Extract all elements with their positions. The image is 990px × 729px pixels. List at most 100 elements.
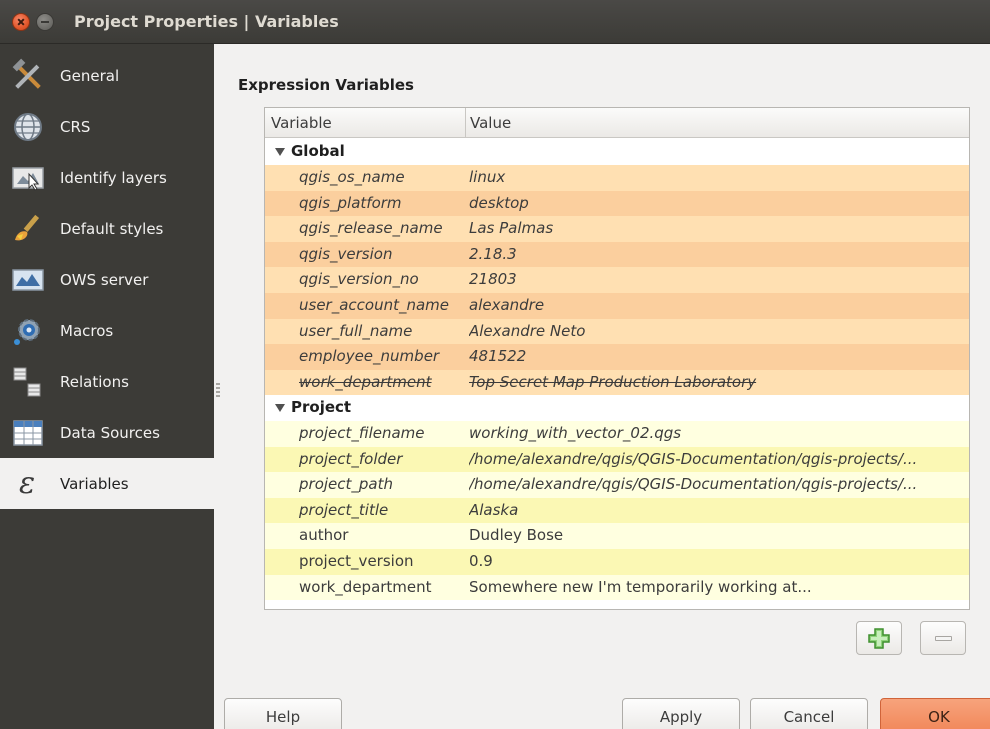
wrench-hammer-icon [8,56,48,96]
sidebar-item-label: General [60,66,120,85]
table-row[interactable]: project_path /home/alexandre/qgis/QGIS-D… [265,472,969,498]
sidebar-item-default-styles[interactable]: Default styles [0,203,214,254]
group-row-project[interactable]: Project [265,395,969,421]
sidebar-item-relations[interactable]: Relations [0,356,214,407]
close-window-button[interactable] [12,13,30,31]
variable-name: project_folder [299,449,403,468]
table-row-overridden[interactable]: work_department Top Secret Map Productio… [265,369,969,396]
paintbrush-icon [8,209,48,249]
variable-value: alexandre [469,296,545,314]
table-row[interactable]: user_full_name Alexandre Neto [265,318,969,345]
column-header-variable[interactable]: Variable [271,114,332,132]
apply-button[interactable]: Apply [622,698,740,729]
sidebar-item-label: Data Sources [60,423,160,442]
variable-value: 2.18.3 [469,244,517,263]
sidebar-item-crs[interactable]: CRS [0,101,214,152]
sidebar-item-label: Variables [60,474,129,493]
group-row-global[interactable]: Global [265,139,969,165]
table-row[interactable]: work_department Somewhere new I'm tempor… [265,574,969,601]
sidebar-item-ows-server[interactable]: OWS server [0,254,214,305]
tree-header: Variable Value [265,108,969,138]
sidebar-item-label: CRS [60,117,91,136]
sidebar-item-label: Default styles [60,219,164,238]
variable-value: /home/alexandre/qgis/QGIS-Documentation/… [469,449,918,468]
variable-name: qgis_platform [299,193,402,212]
variable-name: employee_number [299,347,440,366]
variable-name: qgis_version_no [299,270,419,289]
column-divider[interactable] [465,108,466,138]
variable-value: Top Secret Map Production Laboratory [469,372,757,391]
variable-name: project_filename [299,424,425,442]
table-row[interactable]: project_title Alaska [265,497,969,524]
variable-name: user_full_name [299,321,413,340]
sidebar-item-identify-layers[interactable]: Identify layers [0,152,214,203]
variable-name: author [299,526,349,545]
variable-value: desktop [469,193,529,212]
epsilon-icon: ε [8,464,48,504]
table-row[interactable]: project_filename working_with_vector_02.… [265,421,969,447]
table-row[interactable]: project_folder /home/alexandre/qgis/QGIS… [265,446,969,473]
table-row[interactable]: qgis_os_name linux [265,165,969,191]
variable-value: Las Palmas [469,219,554,238]
expand-arrow-icon[interactable] [275,148,285,156]
section-title: Expression Variables [238,76,414,94]
ok-button[interactable]: OK [880,698,990,729]
variable-name: user_account_name [299,296,450,314]
variable-value: working_with_vector_02.qgs [469,424,682,442]
table-row[interactable]: qgis_release_name Las Palmas [265,216,969,242]
variables-tree[interactable]: Variable Value Global qgis_os_name linux… [264,107,970,610]
table-row[interactable]: qgis_platform desktop [265,190,969,217]
table-row[interactable]: project_version 0.9 [265,549,969,575]
sidebar-item-label: OWS server [60,270,149,289]
variable-name: qgis_release_name [299,219,443,238]
minimize-window-button[interactable] [36,13,54,31]
table-row[interactable]: qgis_version_no 21803 [265,267,969,293]
group-label: Project [291,398,352,417]
variable-value: Alexandre Neto [469,321,586,340]
expand-arrow-icon[interactable] [275,404,285,413]
sidebar: General CRS Identify layers Default styl… [0,44,214,729]
sidebar-item-general[interactable]: General [0,50,214,101]
sidebar-item-label: Macros [60,321,114,340]
sidebar-item-data-sources[interactable]: Data Sources [0,407,214,458]
variable-value: linux [469,168,506,186]
variable-value: 21803 [469,270,517,289]
group-label: Global [291,142,345,160]
variable-value: Dudley Bose [469,526,564,545]
title-bar: Project Properties | Variables [0,0,990,44]
variable-name: project_version [299,552,414,570]
globe-icon [8,107,48,147]
sidebar-item-label: Relations [60,372,129,391]
sidebar-item-macros[interactable]: Macros [0,305,214,356]
remove-variable-button[interactable] [920,621,966,655]
minus-icon [935,636,952,641]
variable-name: qgis_version [299,244,393,263]
variable-name: qgis_os_name [299,168,405,186]
variable-value: /home/alexandre/qgis/QGIS-Documentation/… [469,475,918,494]
plus-icon [868,628,890,649]
variable-name: project_title [299,500,389,519]
variable-value: 481522 [469,347,527,366]
variable-name: work_department [299,577,432,596]
add-variable-button[interactable] [856,621,902,655]
identify-cursor-icon [8,158,48,198]
table-row[interactable]: author Dudley Bose [265,523,969,549]
table-row[interactable]: qgis_version 2.18.3 [265,241,969,268]
help-button[interactable]: Help [224,698,342,729]
column-header-value[interactable]: Value [470,114,511,132]
table-icon [8,413,48,453]
variable-value: 0.9 [469,552,493,570]
sidebar-item-variables[interactable]: ε Variables [0,458,214,509]
variable-value: Alaska [469,500,519,519]
cancel-button[interactable]: Cancel [750,698,868,729]
table-row[interactable]: employee_number 481522 [265,344,969,370]
gear-macro-icon [8,311,48,351]
relations-icon [8,362,48,402]
splitter-handle[interactable] [216,383,220,397]
window-title: Project Properties | Variables [74,12,339,31]
variable-name: work_department [299,372,432,391]
ows-server-icon [8,260,48,300]
variable-name: project_path [299,475,393,494]
table-row[interactable]: user_account_name alexandre [265,293,969,319]
variable-value: Somewhere new I'm temporarily working at… [469,577,812,596]
